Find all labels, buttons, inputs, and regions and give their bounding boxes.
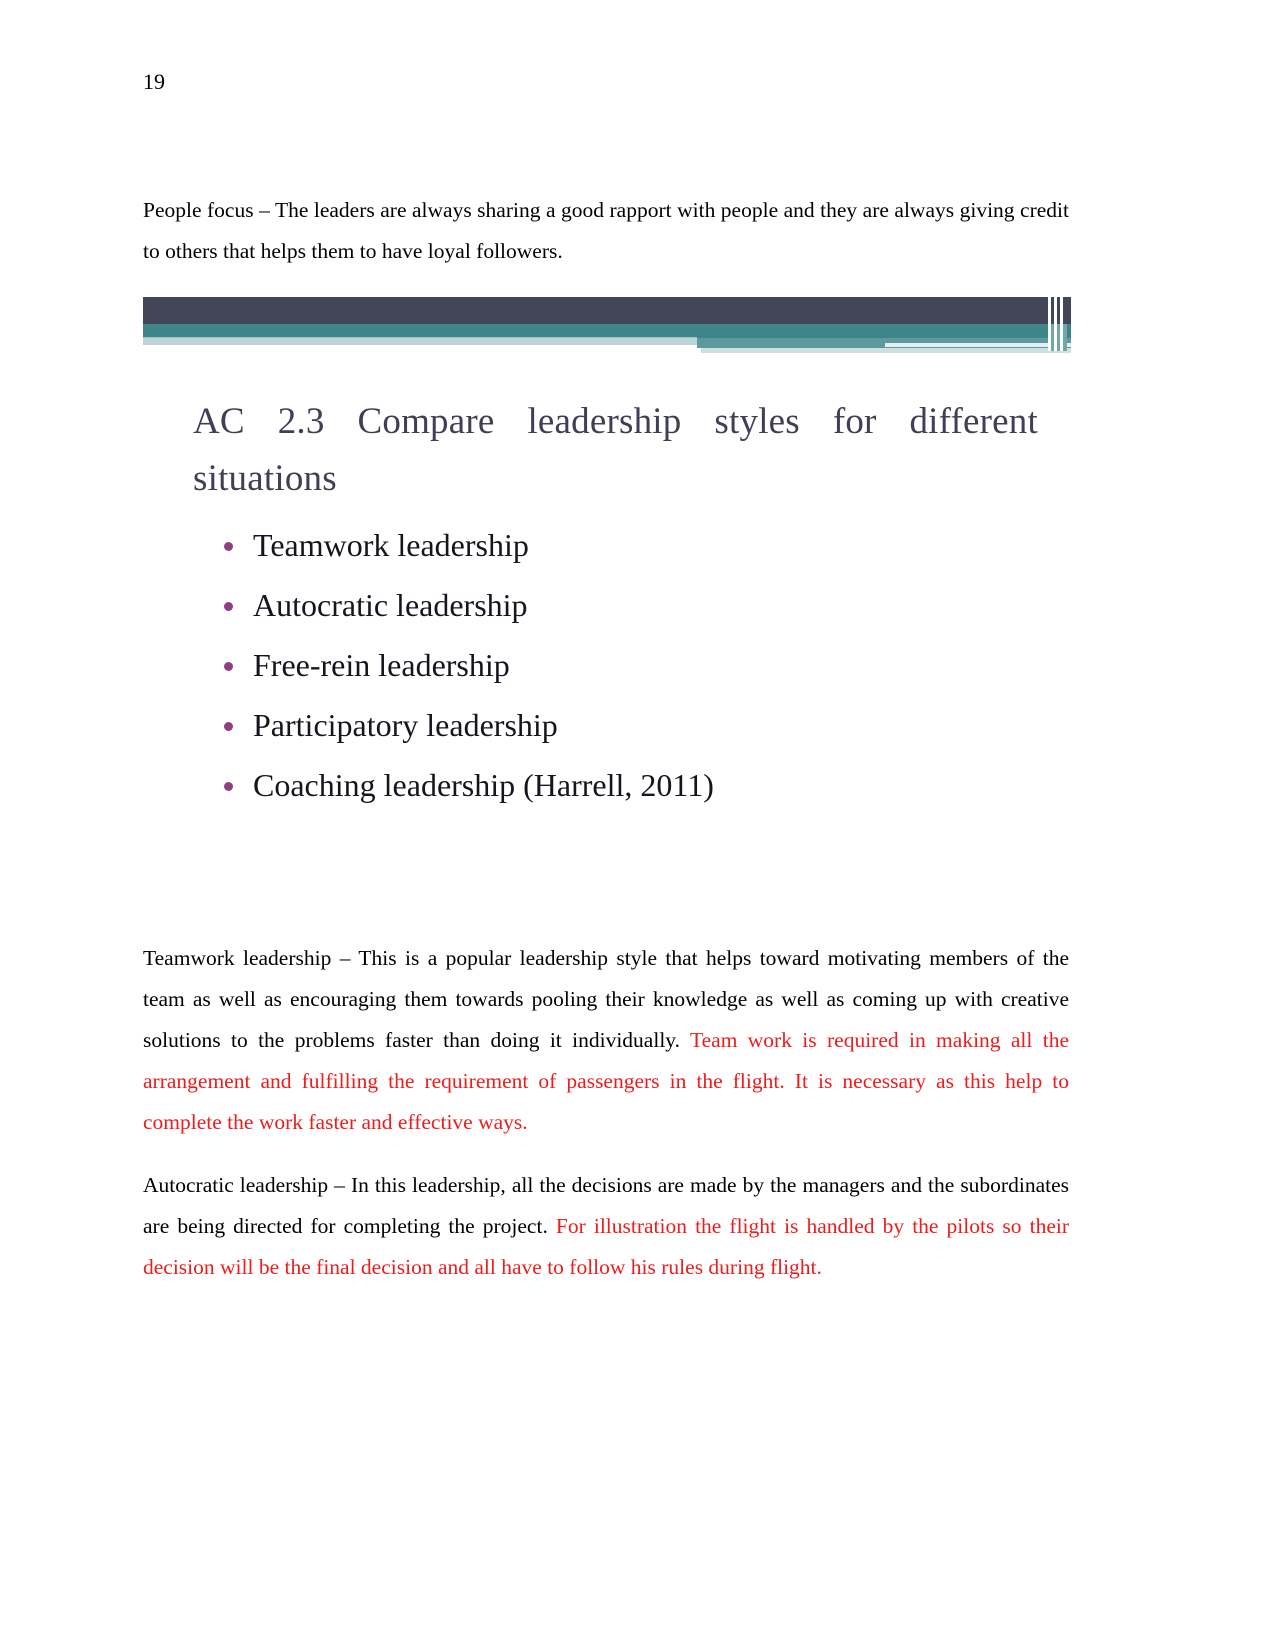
slide-bullet-list: Teamwork leadership Autocratic leadershi… [213,515,1013,815]
paragraph-teamwork-leadership: Teamwork leadership – This is a popular … [143,938,1069,1143]
banner-stripe-teal-3 [1063,324,1067,351]
slide-figure: AC 2.3 Compare leadership styles for dif… [143,293,1071,893]
list-item: Teamwork leadership [213,515,1013,575]
document-page: 19 People focus – The leaders are always… [0,0,1275,1651]
list-item-label: Autocratic leadership [253,587,528,623]
banner-band-dark [143,297,1071,324]
banner-stripe-white-2 [1054,293,1057,351]
paragraph-people-focus: People focus – The leaders are always sh… [143,198,1069,263]
body-text-block: Teamwork leadership – This is a popular … [143,938,1069,1288]
banner-band-faint-right [701,348,1071,353]
banner-band-teal [143,324,1071,338]
slide-heading-line-1: AC 2.3 Compare leadership styles for dif… [193,401,1038,442]
list-item: Free-rein leadership [213,635,1013,695]
list-item: Participatory leadership [213,695,1013,755]
banner-band-faint-upper-right [885,343,1071,347]
bullet-dot-icon [224,602,233,611]
slide-heading: AC 2.3 Compare leadership styles for dif… [193,393,1038,507]
list-item-label: Teamwork leadership [253,527,529,563]
bullet-dot-icon [224,542,233,551]
banner-band-pale-left [143,338,697,345]
list-item: Autocratic leadership [213,575,1013,635]
bullet-dot-icon [224,722,233,731]
page-number: 19 [143,69,165,94]
banner-stripe-white-3 [1060,293,1063,351]
intro-text-block: People focus – The leaders are always sh… [143,190,1069,272]
bullet-dot-icon [224,782,233,791]
slide-heading-line-2: situations [193,458,337,499]
list-item-label: Free-rein leadership [253,647,510,683]
list-item-label: Participatory leadership [253,707,558,743]
list-item-label: Coaching leadership (Harrell, 2011) [253,767,714,803]
paragraph-autocratic-leadership: Autocratic leadership – In this leadersh… [143,1165,1069,1288]
slide-banner-graphic [143,293,1071,356]
bullet-dot-icon [224,662,233,671]
banner-stripe-white-1 [1048,293,1051,351]
list-item: Coaching leadership (Harrell, 2011) [213,755,1013,815]
